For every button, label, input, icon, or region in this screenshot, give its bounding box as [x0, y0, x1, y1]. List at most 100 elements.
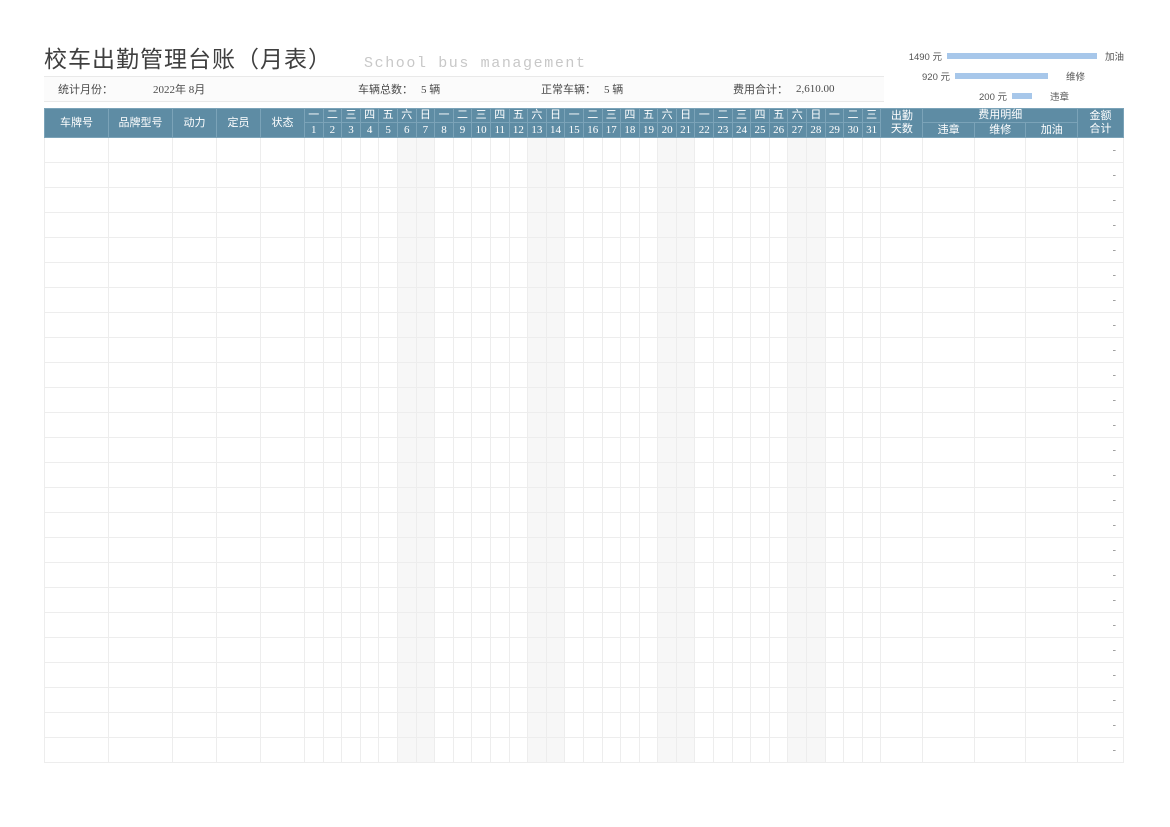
cell-day-22[interactable] [694, 612, 715, 638]
cell-day-2[interactable] [322, 662, 343, 688]
cell-day-29[interactable] [824, 487, 845, 513]
cell-day-14[interactable] [545, 212, 566, 238]
cell-day-12[interactable] [508, 737, 529, 763]
cell-day-11[interactable] [489, 612, 510, 638]
cell-expense-fuel[interactable] [1025, 612, 1078, 638]
cell-day-21[interactable] [675, 137, 696, 163]
table-row[interactable]: - [44, 687, 1124, 713]
cell-day-8[interactable] [434, 387, 454, 413]
cell-day-1[interactable] [304, 587, 324, 613]
cell-day-1[interactable] [304, 662, 324, 688]
cell-day-3[interactable] [341, 137, 361, 163]
cell-day-2[interactable] [322, 337, 343, 363]
cell-expense-fuel[interactable] [1025, 287, 1078, 313]
cell-day-31[interactable] [861, 662, 882, 688]
cell-day-15[interactable] [564, 187, 584, 213]
cell-plate[interactable] [44, 437, 109, 463]
cell-day-4[interactable] [359, 562, 380, 588]
cell-day-20[interactable] [657, 487, 677, 513]
cell-day-24[interactable] [731, 137, 752, 163]
cell-day-9[interactable] [452, 562, 473, 588]
cell-model[interactable] [108, 737, 173, 763]
cell-day-29[interactable] [824, 387, 845, 413]
cell-expense-fuel[interactable] [1025, 137, 1078, 163]
cell-expense-violation[interactable] [922, 437, 975, 463]
cell-day-3[interactable] [341, 287, 361, 313]
cell-day-12[interactable] [508, 212, 529, 238]
cell-day-27[interactable] [787, 712, 808, 738]
cell-expense-violation[interactable] [922, 237, 975, 263]
cell-day-18[interactable] [620, 637, 640, 663]
cell-day-12[interactable] [508, 712, 529, 738]
cell-day-31[interactable] [861, 137, 882, 163]
cell-day-4[interactable] [359, 487, 380, 513]
cell-expense-fuel[interactable] [1025, 187, 1078, 213]
cell-day-12[interactable] [508, 437, 529, 463]
cell-day-5[interactable] [378, 512, 398, 538]
cell-day-19[interactable] [638, 212, 659, 238]
cell-day-14[interactable] [545, 687, 566, 713]
cell-day-25[interactable] [750, 712, 770, 738]
cell-day-1[interactable] [304, 612, 324, 638]
cell-day-21[interactable] [675, 412, 696, 438]
cell-day-17[interactable] [601, 462, 622, 488]
cell-day-9[interactable] [452, 312, 473, 338]
cell-capacity[interactable] [216, 712, 261, 738]
cell-day-9[interactable] [452, 212, 473, 238]
cell-day-28[interactable] [806, 737, 826, 763]
cell-plate[interactable] [44, 562, 109, 588]
cell-day-30[interactable] [843, 137, 863, 163]
cell-capacity[interactable] [216, 362, 261, 388]
cell-capacity[interactable] [216, 312, 261, 338]
cell-day-22[interactable] [694, 712, 715, 738]
cell-power[interactable] [172, 537, 217, 563]
cell-day-27[interactable] [787, 462, 808, 488]
cell-expense-violation[interactable] [922, 362, 975, 388]
cell-attendance-days[interactable] [880, 712, 924, 738]
cell-day-26[interactable] [768, 612, 789, 638]
cell-day-21[interactable] [675, 462, 696, 488]
cell-day-18[interactable] [620, 187, 640, 213]
cell-day-31[interactable] [861, 512, 882, 538]
cell-plate[interactable] [44, 712, 109, 738]
cell-day-24[interactable] [731, 512, 752, 538]
cell-day-5[interactable] [378, 437, 398, 463]
cell-status[interactable] [260, 187, 305, 213]
cell-expense-fuel[interactable] [1025, 712, 1078, 738]
cell-day-21[interactable] [675, 437, 696, 463]
cell-day-18[interactable] [620, 212, 640, 238]
cell-expense-repair[interactable] [973, 287, 1027, 313]
table-row[interactable]: - [44, 337, 1124, 363]
cell-day-18[interactable] [620, 537, 640, 563]
cell-model[interactable] [108, 287, 173, 313]
cell-attendance-days[interactable] [880, 162, 924, 188]
cell-expense-fuel[interactable] [1025, 512, 1078, 538]
cell-day-7[interactable] [415, 537, 436, 563]
cell-day-17[interactable] [601, 687, 622, 713]
cell-day-5[interactable] [378, 587, 398, 613]
cell-day-13[interactable] [527, 387, 547, 413]
cell-plate[interactable] [44, 162, 109, 188]
cell-day-26[interactable] [768, 312, 789, 338]
cell-day-27[interactable] [787, 737, 808, 763]
cell-day-6[interactable] [396, 737, 417, 763]
cell-model[interactable] [108, 137, 173, 163]
cell-day-23[interactable] [713, 162, 733, 188]
cell-day-26[interactable] [768, 387, 789, 413]
cell-capacity[interactable] [216, 237, 261, 263]
cell-day-6[interactable] [396, 137, 417, 163]
cell-expense-fuel[interactable] [1025, 312, 1078, 338]
cell-day-15[interactable] [564, 387, 584, 413]
cell-day-22[interactable] [694, 437, 715, 463]
cell-day-16[interactable] [582, 412, 603, 438]
cell-day-21[interactable] [675, 562, 696, 588]
cell-day-17[interactable] [601, 737, 622, 763]
cell-day-14[interactable] [545, 312, 566, 338]
cell-day-18[interactable] [620, 312, 640, 338]
cell-day-19[interactable] [638, 437, 659, 463]
cell-attendance-days[interactable] [880, 262, 924, 288]
cell-day-17[interactable] [601, 137, 622, 163]
cell-day-12[interactable] [508, 687, 529, 713]
cell-day-20[interactable] [657, 587, 677, 613]
cell-attendance-days[interactable] [880, 287, 924, 313]
